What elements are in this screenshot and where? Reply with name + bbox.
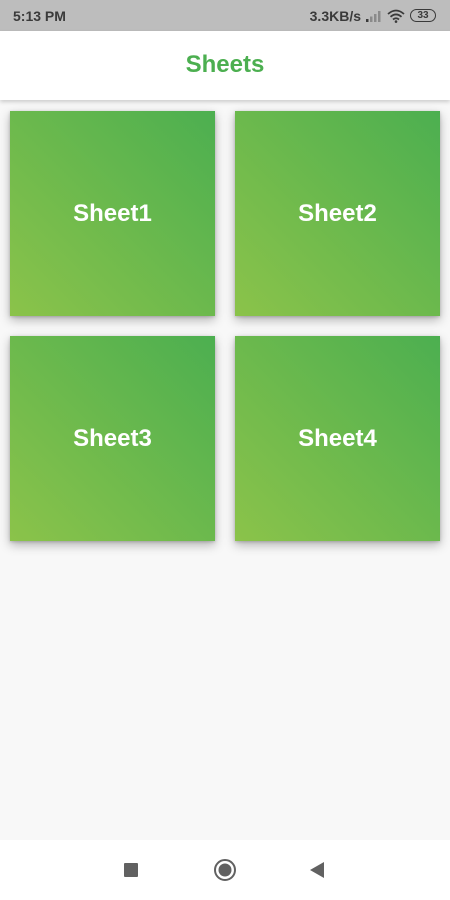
home-button[interactable] xyxy=(213,858,237,882)
sheet-tile-4[interactable]: Sheet4 xyxy=(235,336,440,541)
wifi-icon xyxy=(387,9,405,23)
sheet-tile-label: Sheet3 xyxy=(73,424,152,452)
sheet-tile-1[interactable]: Sheet1 xyxy=(10,111,215,316)
sheet-tile-label: Sheet1 xyxy=(73,199,152,227)
back-button[interactable] xyxy=(305,858,329,882)
app-bar: Sheets xyxy=(0,31,450,100)
back-triangle-icon xyxy=(310,862,324,878)
recents-square-icon xyxy=(124,863,138,877)
home-circle-icon xyxy=(213,858,237,882)
screen: 5:13 PM 3.3KB/s 33 Sheets Sheet1 Sheet2 … xyxy=(0,0,450,900)
sheet-tile-3[interactable]: Sheet3 xyxy=(10,336,215,541)
network-speed: 3.3KB/s xyxy=(309,7,361,24)
recents-button[interactable] xyxy=(119,858,143,882)
sheet-tile-label: Sheet2 xyxy=(298,199,377,227)
sheet-tile-label: Sheet4 xyxy=(298,424,377,452)
status-time: 5:13 PM xyxy=(13,7,66,24)
signal-icon xyxy=(366,10,382,22)
sheet-tile-2[interactable]: Sheet2 xyxy=(235,111,440,316)
navigation-bar xyxy=(0,840,450,900)
status-icons: 3.3KB/s 33 xyxy=(310,8,436,24)
battery-icon: 33 xyxy=(410,9,436,22)
page-title: Sheets xyxy=(185,50,265,78)
status-bar: 5:13 PM 3.3KB/s 33 xyxy=(0,0,450,31)
